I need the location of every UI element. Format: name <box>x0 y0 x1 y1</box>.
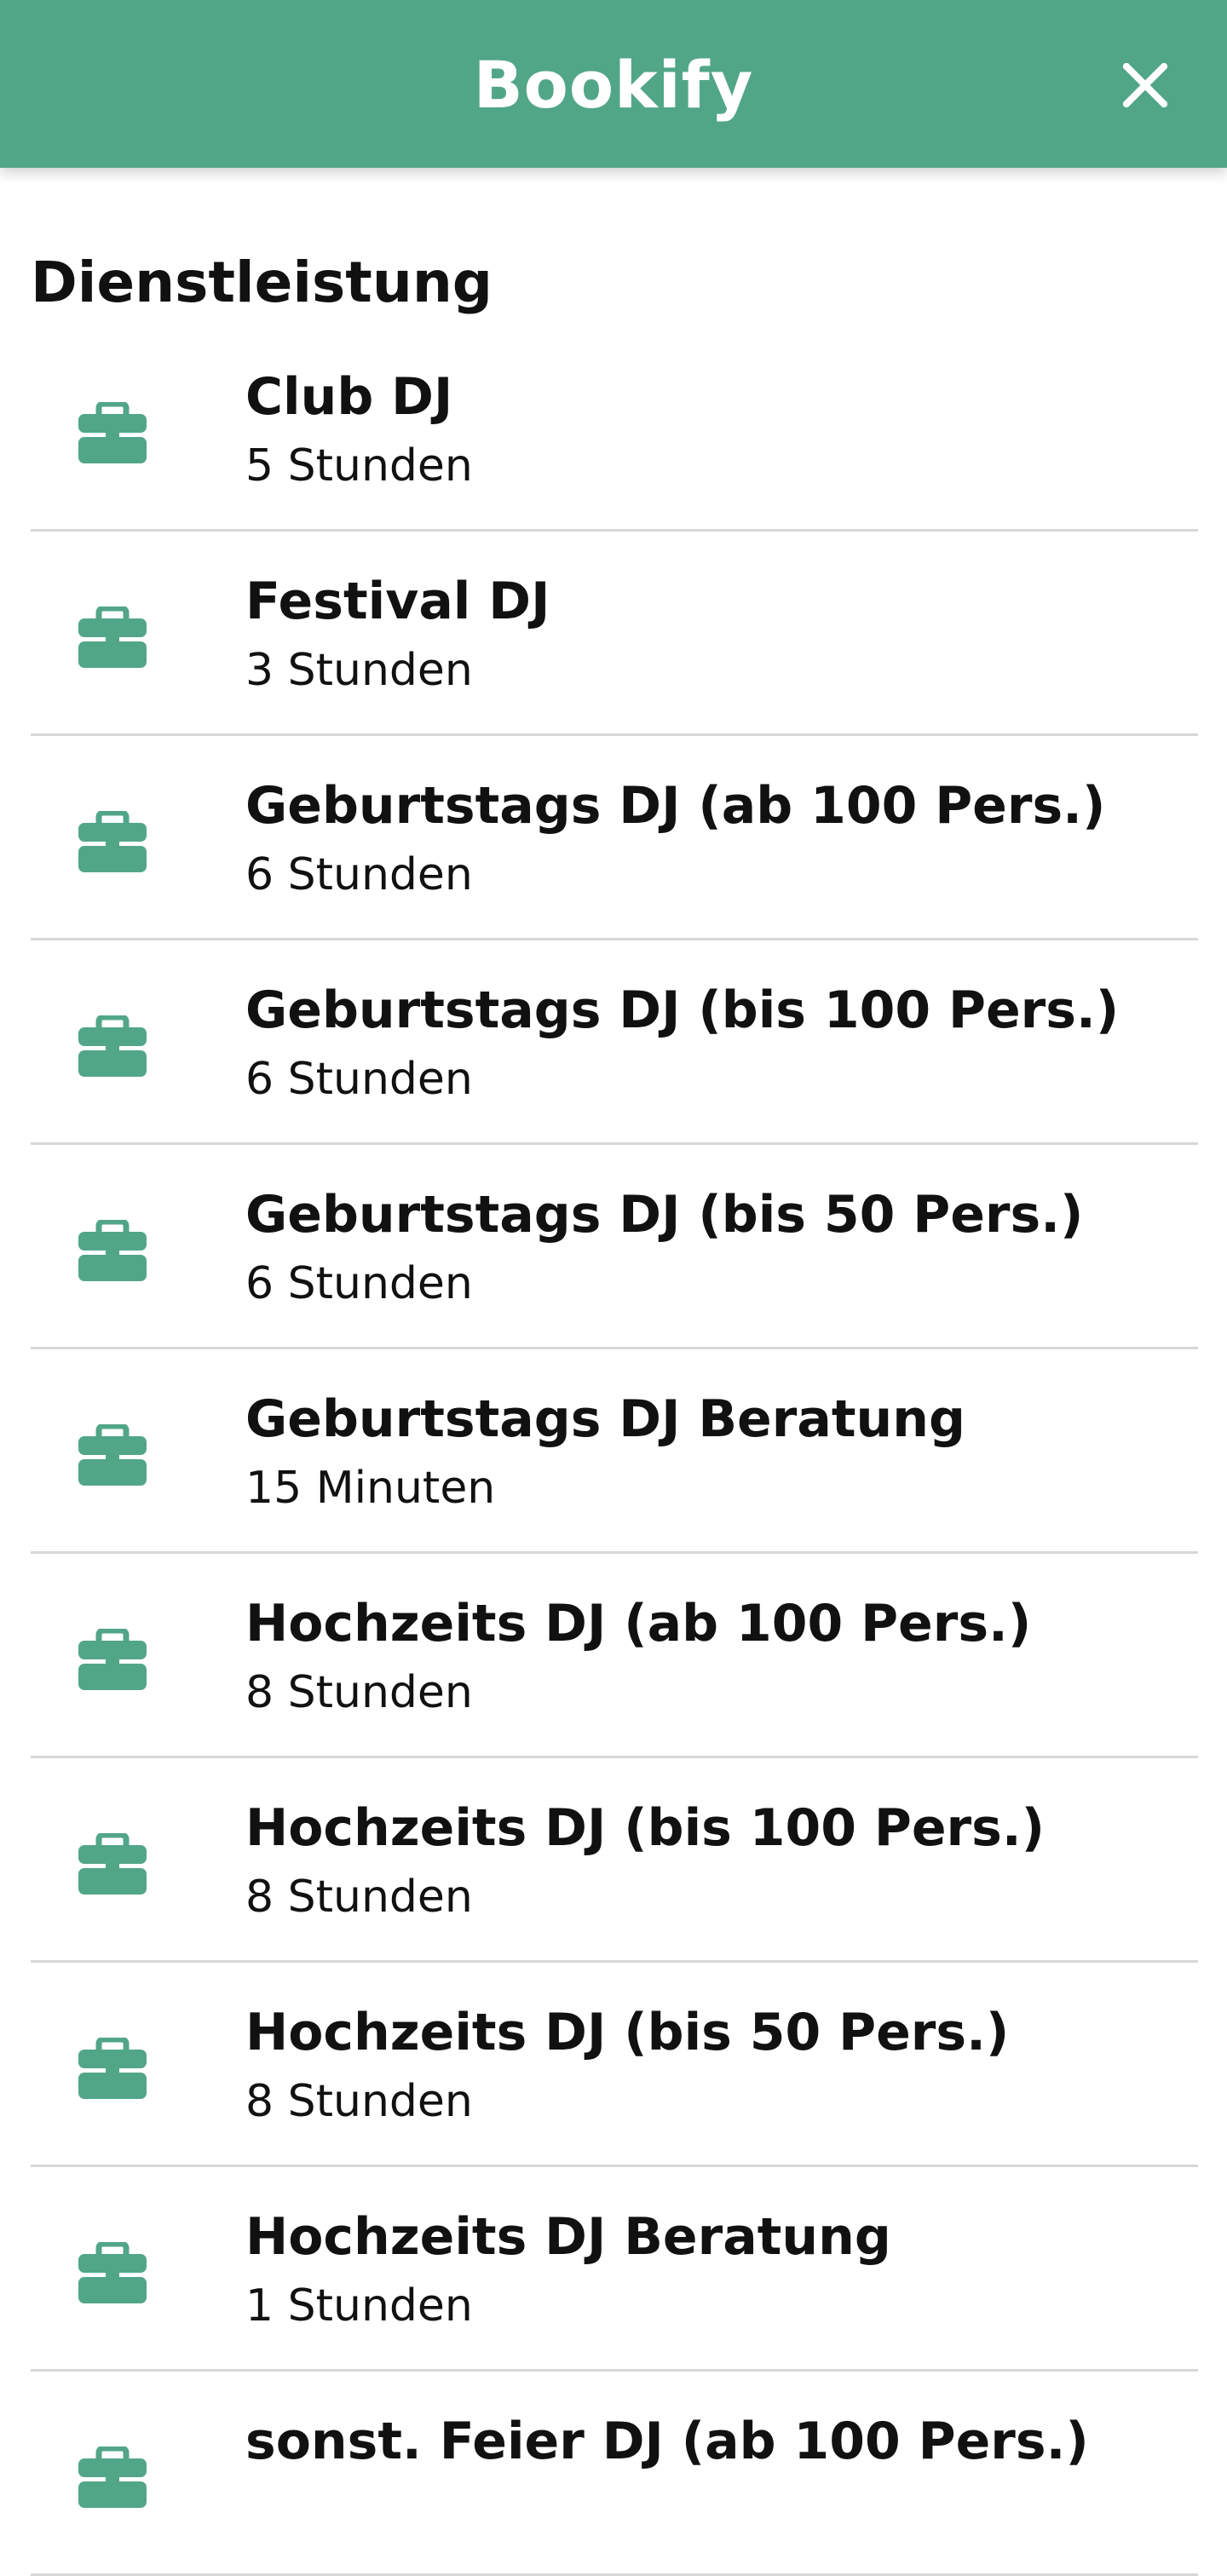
briefcase-icon <box>78 607 147 668</box>
service-duration: 1 Stunden <box>245 2280 473 2332</box>
service-duration: 15 Minuten <box>245 1463 496 1514</box>
service-item[interactable]: Club DJ 5 Stunden <box>31 327 1198 532</box>
app-title: Bookify <box>473 47 754 123</box>
service-item[interactable]: Hochzeits DJ (bis 100 Pers.) 8 Stunden <box>31 1758 1198 1963</box>
service-name: Club DJ <box>245 367 453 427</box>
service-name: Geburtstags DJ (ab 100 Pers.) <box>245 776 1106 836</box>
briefcase-icon <box>78 1015 147 1077</box>
briefcase-icon <box>78 1220 147 1281</box>
service-duration: 8 Stunden <box>245 1667 473 1718</box>
service-duration: 6 Stunden <box>245 849 473 900</box>
briefcase-icon <box>78 2242 147 2303</box>
service-name: Geburtstags DJ (bis 50 Pers.) <box>245 1185 1084 1245</box>
briefcase-icon <box>78 1629 147 1690</box>
service-duration: 8 Stunden <box>245 1872 473 1923</box>
service-duration: 3 Stunden <box>245 645 473 696</box>
service-duration: 6 Stunden <box>245 1054 473 1105</box>
service-item[interactable]: Geburtstags DJ (ab 100 Pers.) 6 Stunden <box>31 736 1198 940</box>
service-duration: 5 Stunden <box>245 440 473 492</box>
briefcase-icon <box>78 402 147 463</box>
service-name: Hochzeits DJ Beratung <box>245 2207 891 2267</box>
close-icon <box>1123 63 1167 107</box>
service-duration: 6 Stunden <box>245 1258 473 1309</box>
app-header: Bookify <box>0 0 1227 168</box>
service-name: sonst. Feier DJ (ab 100 Pers.) <box>245 2412 1089 2471</box>
briefcase-icon <box>78 811 147 872</box>
service-item[interactable]: Geburtstags DJ (bis 50 Pers.) 6 Stunden <box>31 1145 1198 1349</box>
briefcase-icon <box>78 1833 147 1895</box>
section-title: Dienstleistung <box>31 249 493 315</box>
service-duration: 8 Stunden <box>245 2076 473 2127</box>
service-name: Festival DJ <box>245 572 550 631</box>
briefcase-icon <box>78 1424 147 1486</box>
service-item[interactable]: Geburtstags DJ Beratung 15 Minuten <box>31 1349 1198 1554</box>
service-name: Geburtstags DJ (bis 100 Pers.) <box>245 980 1120 1040</box>
briefcase-icon <box>78 2038 147 2099</box>
briefcase-icon <box>78 2447 147 2508</box>
service-item[interactable]: Hochzeits DJ (bis 50 Pers.) 8 Stunden <box>31 1963 1198 2167</box>
service-item[interactable]: Geburtstags DJ (bis 100 Pers.) 6 Stunden <box>31 940 1198 1145</box>
service-item[interactable]: sonst. Feier DJ (ab 100 Pers.) <box>31 2372 1198 2576</box>
close-button[interactable] <box>1104 55 1186 116</box>
service-item[interactable]: Hochzeits DJ (ab 100 Pers.) 8 Stunden <box>31 1554 1198 1758</box>
service-list: Club DJ 5 Stunden Festival DJ 3 Stunden Gebu… <box>31 327 1198 2576</box>
service-name: Hochzeits DJ (ab 100 Pers.) <box>245 1594 1032 1653</box>
service-item[interactable]: Hochzeits DJ Beratung 1 Stunden <box>31 2167 1198 2372</box>
service-name: Hochzeits DJ (bis 50 Pers.) <box>245 2003 1010 2062</box>
service-name: Hochzeits DJ (bis 100 Pers.) <box>245 1798 1046 1858</box>
service-name: Geburtstags DJ Beratung <box>245 1389 965 1449</box>
service-item[interactable]: Festival DJ 3 Stunden <box>31 532 1198 736</box>
